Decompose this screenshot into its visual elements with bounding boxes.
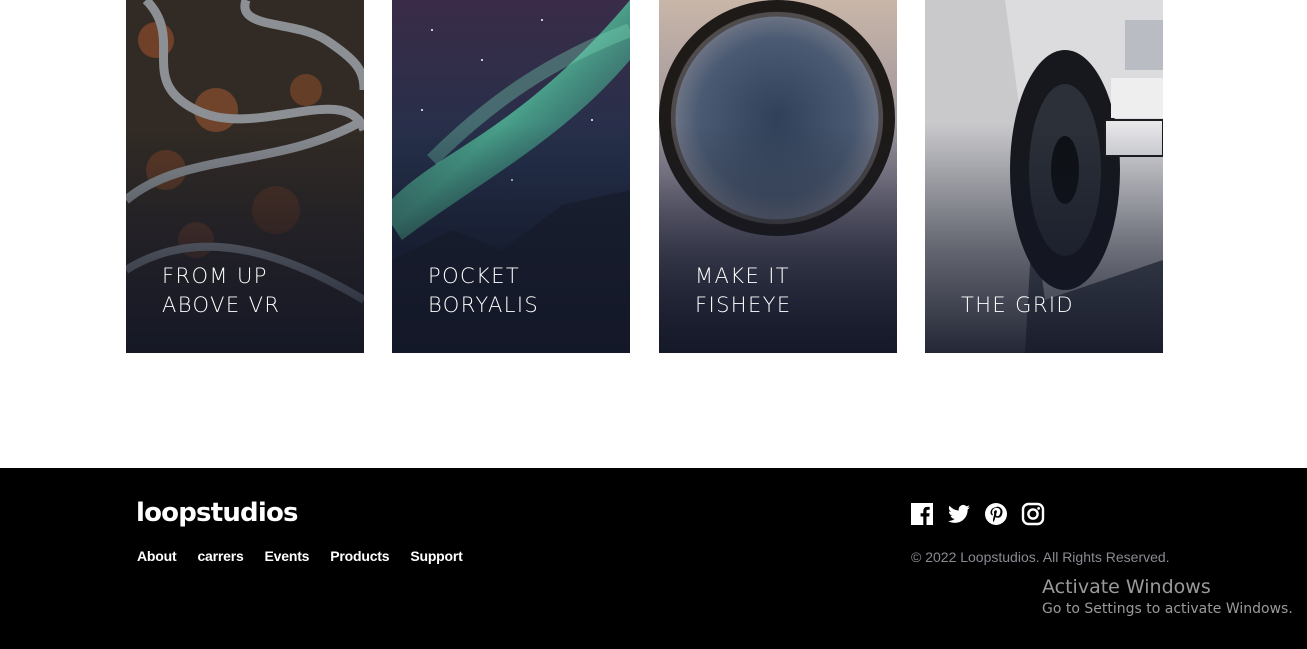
card-title-line: FROM UP [162, 264, 268, 288]
creation-card-the-grid[interactable]: THE GRID [925, 0, 1163, 353]
creation-card-from-up-above-vr[interactable]: FROM UP ABOVE VR [126, 0, 364, 353]
activate-windows-title: Activate Windows [1042, 576, 1211, 598]
activate-windows-watermark: Activate Windows Go to Settings to activ… [1042, 575, 1293, 619]
activate-windows-subtitle: Go to Settings to activate Windows. [1042, 601, 1293, 617]
card-title-line: THE GRID [961, 293, 1074, 317]
card-title-line: POCKET [428, 264, 521, 288]
card-title-line: ABOVE VR [162, 293, 281, 317]
card-title: FROM UP ABOVE VR [162, 262, 352, 320]
footer-link-events[interactable]: Events [265, 548, 310, 564]
card-title-line: FISHEYE [695, 293, 792, 317]
facebook-icon[interactable] [910, 502, 934, 526]
footer-logo[interactable]: loopstudios [136, 498, 299, 528]
creation-card-make-it-fisheye[interactable]: MAKE IT FISHEYE [659, 0, 897, 353]
twitter-icon[interactable] [947, 502, 971, 526]
social-links [910, 502, 1045, 526]
footer-link-carrers[interactable]: carrers [197, 548, 243, 564]
card-title: POCKET BORYALIS [428, 262, 618, 320]
footer-link-about[interactable]: About [137, 548, 177, 564]
creation-card-pocket-boryalis[interactable]: POCKET BORYALIS [392, 0, 630, 353]
card-title-line: MAKE IT [695, 264, 791, 288]
card-title: THE GRID [961, 291, 1151, 320]
footer-nav: About carrers Events Products Support [137, 548, 463, 564]
creations-grid: FROM UP ABOVE VR POCKET BORYALIS MAKE IT… [126, 0, 1163, 353]
footer-link-support[interactable]: Support [410, 548, 462, 564]
site-footer: loopstudios About carrers Events Product… [0, 468, 1307, 649]
instagram-icon[interactable] [1021, 502, 1045, 526]
pinterest-icon[interactable] [984, 502, 1008, 526]
footer-link-products[interactable]: Products [330, 548, 389, 564]
copyright-text: © 2022 Loopstudios. All Rights Reserved. [911, 549, 1170, 565]
card-title-line: BORYALIS [428, 293, 540, 317]
card-title: MAKE IT FISHEYE [695, 262, 885, 320]
